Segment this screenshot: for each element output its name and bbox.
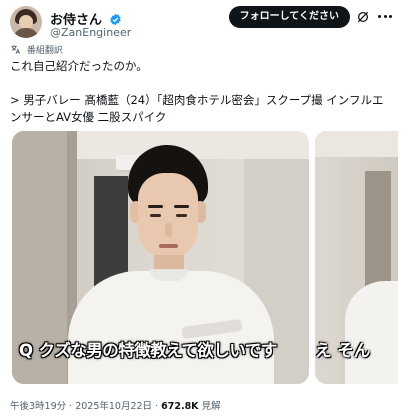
video-thumbnail-1[interactable]: Q クズな男の特徴教えて欲しいです [12,131,309,384]
grok-icon[interactable] [356,10,370,24]
video-subtitle: Q クズな男の特徴教えて欲しいです [12,336,309,366]
video-subtitle-2: え そん [315,341,371,360]
more-options-icon[interactable] [378,15,392,19]
tweet-line-3: ンサーとAV女優 二股スパイク [10,110,167,124]
translate-icon [11,45,21,54]
views-label: 見解 [198,401,221,412]
video-thumbnail-2[interactable]: え そん [315,131,398,384]
verified-badge-icon [109,13,121,26]
translate-link[interactable]: 番組翻訳 [10,43,63,56]
user-handle[interactable]: @ZanEngineer [50,26,131,39]
tweet-line-1: これ自己紹介だったのか。 [10,59,148,73]
tweet-header: お侍さん @ZanEngineer フォローしてください [10,6,396,40]
follow-button[interactable]: フォローしてください [228,6,350,28]
view-count: 672.8K [161,401,199,412]
meta-separator-2: · [152,401,162,412]
avatar[interactable] [10,6,42,38]
tweet-text: これ自己紹介だったのか。 > 男子バレー 髙橋藍（24）「超肉食ホテル密会」スク… [10,58,395,126]
media-gallery: Q クズな男の特徴教えて欲しいです え そん [12,131,398,384]
translate-label[interactable]: 番組翻訳 [27,46,63,56]
tweet-line-2: > 男子バレー 髙橋藍（24）「超肉食ホテル密会」スクープ撮 インフルエ [10,93,384,107]
meta-separator: · [66,401,76,412]
subtitle-q: Q [19,341,33,360]
tweet-date[interactable]: 2025年10月22日 [75,401,152,412]
tweet-meta: 午後3時19分 · 2025年10月22日 · 672.8K 見解 [10,398,221,412]
tweet-time[interactable]: 午後3時19分 [10,401,66,412]
subtitle-text: クズな男の特徴教えて欲しいです [38,341,278,360]
